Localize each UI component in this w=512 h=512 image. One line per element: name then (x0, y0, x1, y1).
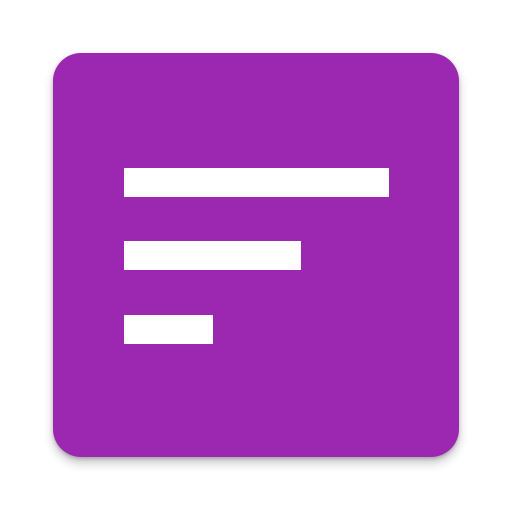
short-line-icon (124, 315, 213, 344)
long-line-icon (124, 168, 389, 197)
icon-canvas (0, 0, 512, 512)
medium-line-icon (124, 241, 301, 270)
app-launcher-icon[interactable] (53, 53, 459, 457)
